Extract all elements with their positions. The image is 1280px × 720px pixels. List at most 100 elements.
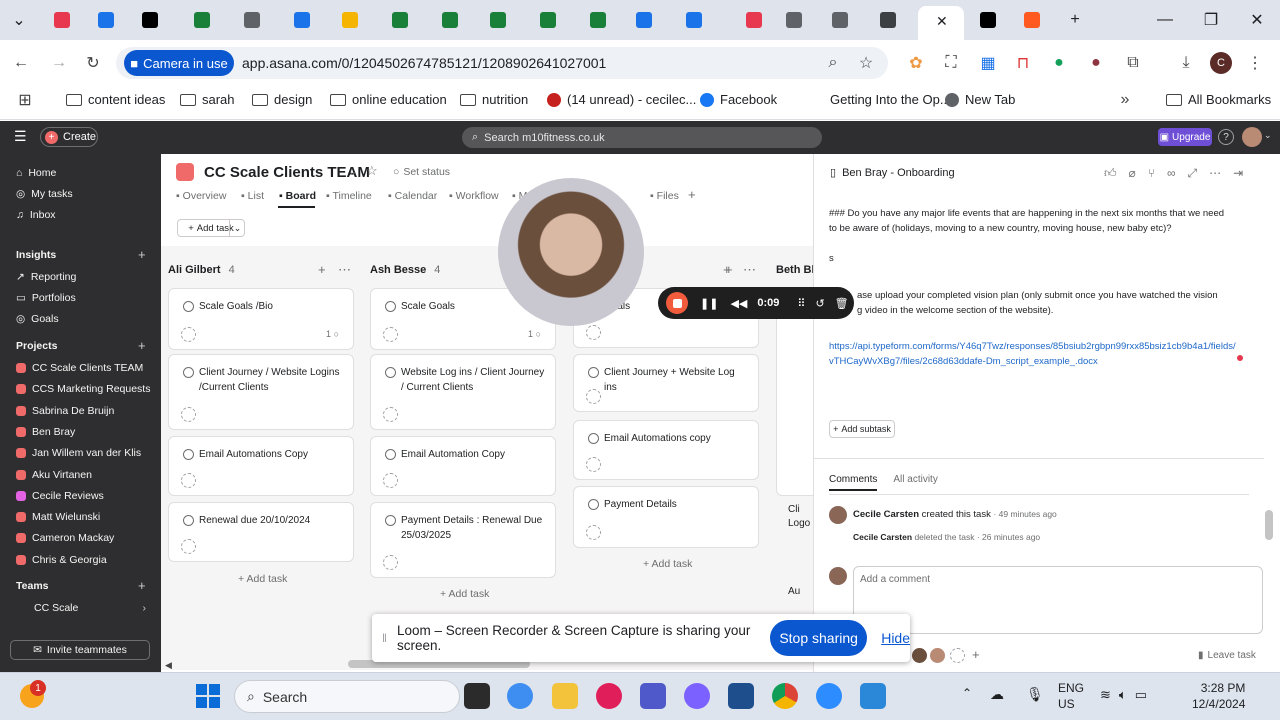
assignee-avatar[interactable] <box>181 407 196 422</box>
sidebar-project-item[interactable]: CC Scale Clients TEAM <box>16 362 143 374</box>
task-card[interactable]: Client Journey + Website Log ins <box>573 354 759 412</box>
task-card[interactable]: Client Journey / Website Logins /Current… <box>168 354 354 430</box>
browser-tab[interactable] <box>184 8 220 32</box>
sidebar-project-item[interactable]: Sabrina De Bruijn <box>16 405 114 417</box>
collaborator-avatar[interactable] <box>912 648 927 663</box>
add-team-icon[interactable]: + <box>138 578 146 593</box>
sidebar-project-item[interactable]: Ben Bray <box>16 426 75 438</box>
bookmark-item[interactable]: nutrition <box>460 92 528 107</box>
column-more-icon[interactable]: ⋯ <box>338 262 351 278</box>
tab-timeline[interactable]: ▪ Timeline <box>326 190 372 202</box>
assignee-avatar[interactable] <box>383 327 398 342</box>
restart-icon[interactable]: ↺ <box>815 297 824 310</box>
task-card[interactable]: Payment Details : Renewal Due 25/03/2025 <box>370 502 556 578</box>
complete-check-icon[interactable] <box>588 433 599 444</box>
task-card[interactable]: Email Automation Copy <box>370 436 556 496</box>
extension-k-icon[interactable]: ● <box>1085 52 1107 74</box>
sidebar-project-item[interactable]: Chris & Georgia <box>16 554 107 566</box>
copilot-icon[interactable] <box>507 683 533 709</box>
sidebar-item-reporting[interactable]: ↗ Reporting <box>16 271 76 283</box>
drag-handle-icon[interactable]: ⠿ <box>797 297 805 310</box>
complete-check-icon[interactable] <box>588 499 599 510</box>
tab-all-activity[interactable]: All activity <box>893 474 937 491</box>
browser-tab[interactable] <box>776 8 812 32</box>
extension-color-icon[interactable]: ✿ <box>905 52 927 74</box>
tab-list[interactable]: ▪ List <box>241 190 264 202</box>
complete-check-icon[interactable] <box>385 515 396 526</box>
browser-tab[interactable] <box>822 8 858 32</box>
close-pane-icon[interactable]: ⇥ <box>1233 166 1243 181</box>
all-bookmarks[interactable]: All Bookmarks <box>1166 92 1271 107</box>
board-column-header[interactable]: Ali Gilbert 4 <box>168 264 235 276</box>
hide-button[interactable]: Hide <box>881 630 910 646</box>
upgrade-button[interactable]: ▣ Upgrade <box>1158 128 1212 146</box>
task-card[interactable]: Email Automations copy <box>573 420 759 480</box>
browser-tab[interactable] <box>480 8 516 32</box>
add-insight-icon[interactable]: + <box>138 247 146 262</box>
extension-grid-icon[interactable]: ▦ <box>977 52 999 74</box>
sidebar-project-item[interactable]: Matt Wielunski <box>16 511 100 523</box>
pause-icon[interactable]: ❚❚ <box>700 297 718 310</box>
bookmark-item[interactable]: design <box>252 92 312 107</box>
stop-sharing-button[interactable]: Stop sharing <box>770 620 868 656</box>
help-icon[interactable]: ? <box>1218 129 1234 145</box>
new-tab-icon[interactable]: + <box>1060 8 1090 32</box>
browser-tab[interactable] <box>970 8 1006 32</box>
bookmark-item[interactable]: online education <box>330 92 447 107</box>
insights-header[interactable]: Insights <box>16 249 56 261</box>
bookmark-item[interactable]: content ideas <box>66 92 165 107</box>
add-project-icon[interactable]: + <box>138 338 146 353</box>
minimize-icon[interactable]: — <box>1150 8 1180 32</box>
tab-files[interactable]: ▪ Files <box>650 190 679 202</box>
project-title[interactable]: CC Scale Clients TEAM <box>204 164 370 181</box>
chrome-icon[interactable] <box>772 683 798 709</box>
zoom-app-icon[interactable] <box>816 683 842 709</box>
asana-search-input[interactable]: ⌕ Search m10fitness.co.uk <box>462 127 822 148</box>
projects-header[interactable]: Projects <box>16 340 57 352</box>
app-icon[interactable] <box>684 683 710 709</box>
column-add-task-button[interactable]: + Add task <box>238 573 287 585</box>
sidebar-project-item[interactable]: Cameron Mackay <box>16 532 114 544</box>
task-view-icon[interactable] <box>464 683 490 709</box>
grammarly-icon[interactable]: ● <box>1048 52 1070 74</box>
taskbar-clock[interactable]: 3:28 PM 12/4/2024 <box>1192 680 1245 712</box>
complete-check-icon[interactable] <box>385 449 396 460</box>
browser-tab[interactable] <box>580 8 616 32</box>
url-text[interactable]: app.asana.com/0/1204502674785121/1208902… <box>242 55 606 71</box>
task-card[interactable]: Payment Details <box>573 486 759 548</box>
task-card[interactable]: Email Automations Copy <box>168 436 354 496</box>
browser-tab[interactable] <box>870 8 906 32</box>
browser-tab[interactable] <box>432 8 468 32</box>
download-icon[interactable]: ⤓ <box>1175 52 1197 74</box>
add-collaborator-avatar[interactable] <box>950 648 965 663</box>
tab-comments[interactable]: Comments <box>829 474 878 491</box>
browser-tab[interactable] <box>44 8 80 32</box>
file-explorer-icon[interactable] <box>552 683 578 709</box>
complete-check-icon[interactable] <box>183 301 194 312</box>
assignee-avatar[interactable] <box>383 473 398 488</box>
scroll-left-icon[interactable]: ◀ <box>165 660 172 671</box>
task-card[interactable]: Renewal due 20/10/2024 <box>168 502 354 562</box>
app-icon[interactable] <box>728 683 754 709</box>
create-button[interactable]: + Create <box>40 127 98 147</box>
add-subtask-button[interactable]: + Add subtask <box>829 420 895 438</box>
sidebar-item-home[interactable]: ⌂ Home <box>16 167 56 179</box>
bookmark-item[interactable]: Getting Into the Op... <box>810 92 951 107</box>
bookmark-item[interactable]: sarah <box>180 92 235 107</box>
complete-check-icon[interactable] <box>385 301 396 312</box>
set-status-button[interactable]: ○ Set status <box>393 166 450 178</box>
onedrive-icon[interactable]: ☁ <box>990 686 1004 703</box>
complete-check-icon[interactable] <box>385 367 396 378</box>
expand-icon[interactable]: ⤢ <box>1188 166 1198 181</box>
browser-tab[interactable] <box>284 8 320 32</box>
bookmarks-overflow-icon[interactable]: » <box>1114 89 1136 111</box>
bookmark-star-icon[interactable]: ☆ <box>855 52 877 74</box>
sidebar-item-portfolios[interactable]: ▭ Portfolios <box>16 292 76 304</box>
task-card[interactable] <box>776 288 813 496</box>
sidebar-item-inbox[interactable]: ♫ Inbox <box>16 209 56 221</box>
slack-icon[interactable] <box>596 683 622 709</box>
user-avatar[interactable] <box>1242 127 1262 147</box>
browser-tab[interactable] <box>676 8 712 32</box>
bookmark-item[interactable]: Facebook <box>700 92 777 107</box>
collaborator-avatar[interactable] <box>930 648 945 663</box>
